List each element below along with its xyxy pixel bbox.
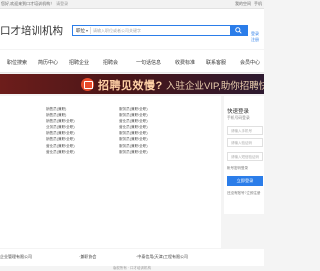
nav-item-resume[interactable]: 简历中心 [38, 59, 58, 66]
list-item[interactable]: 营业员(兼职/全职) [46, 149, 75, 155]
quick-login-panel: 快速登录 手机号码登录 请输入手机号 请输入验证码 请输入短信验证码 帐号密码登… [224, 96, 264, 214]
search-input[interactable]: 请输入职位或者公司关键字 [93, 28, 141, 34]
partner-links: 企业管理有限公司 ·兼职协会 ·中泰信用(天津)工程有限公司 [0, 249, 264, 266]
login-panel-subtitle[interactable]: 手机号码登录 [227, 116, 250, 121]
top-bar: 您好,欢迎来到口才培训机构！ 请登录 我的空间 手机 [0, 0, 264, 9]
partner-link[interactable]: ·中泰信用(天津)工程有限公司 [136, 254, 188, 260]
nav-item-member-center[interactable]: 会员中心 [240, 59, 260, 66]
partner-link[interactable]: ·兼职协会 [79, 254, 96, 260]
list-item[interactable]: 服务员(兼职/全职) [119, 143, 148, 149]
register-hint-link[interactable]: 还没有账号?立即注册 [227, 191, 260, 196]
phone-link[interactable]: 手机 [254, 1, 262, 6]
list-item[interactable]: 服务员(兼职/全职) [119, 149, 148, 155]
my-space-link[interactable]: 我的空间 [235, 1, 251, 6]
captcha-field-placeholder: 请输入验证码 [231, 141, 252, 145]
top-bar-left: 您好,欢迎来到口才培训机构！ 请登录 [1, 1, 68, 7]
search-category-select[interactable]: 职位 [76, 28, 88, 34]
search-divider [90, 27, 91, 34]
list-item[interactable]: 销售员(兼职/全职) [46, 136, 75, 142]
header-register-link[interactable]: 注册 [251, 37, 259, 43]
job-list-column-1: 销售员(兼职) 销售员(兼职) 销售员(兼职/全职) 业务员(兼职/全职) 销售… [46, 106, 75, 155]
search-button[interactable] [230, 25, 248, 36]
search-icon [235, 27, 242, 34]
briefcase-icon [81, 78, 94, 91]
nav-item-companies[interactable]: 招聘企业 [69, 59, 89, 66]
promo-banner[interactable]: 招聘见效慢? 入驻企业VIP,助你招聘快人一步 [0, 74, 264, 94]
main-nav: 职位搜索 简历中心 招聘企业 招聘会 一句话信息 收费标准 联系客服 会员中心 [0, 50, 264, 73]
site-logo[interactable]: 口才培训机构 [0, 23, 63, 38]
sms-code-field-placeholder: 请输入短信验证码 [231, 155, 259, 159]
search-bar: 职位 请输入职位或者公司关键字 [72, 25, 248, 36]
nav-item-pricing[interactable]: 收费标准 [175, 59, 195, 66]
sms-code-field[interactable]: 请输入短信验证码 [227, 152, 263, 161]
banner-headline: 招聘见效慢? [98, 80, 163, 92]
list-item[interactable]: 营业员(兼职/全职) [46, 143, 75, 149]
login-link-top[interactable]: 请登录 [56, 1, 68, 6]
job-list-panel: 销售员(兼职) 销售员(兼职) 销售员(兼职/全职) 业务员(兼职/全职) 销售… [0, 96, 221, 248]
login-button[interactable]: 立即登录 [227, 176, 263, 186]
partner-link[interactable]: 企业管理有限公司 [0, 254, 32, 260]
job-list-column-2: 服务员(兼职/全职) 服务员(兼职/全职) 营业员(兼职/全职) 营业员(兼职/… [119, 106, 148, 155]
welcome-text: 您好,欢迎来到口才培训机构！ [1, 1, 55, 6]
nav-item-job-fair[interactable]: 招聘会 [103, 59, 118, 66]
banner-subtext: 入驻企业VIP,助你招聘快人一步 [166, 81, 264, 92]
header-auth-links: 登录 注册 [251, 31, 259, 43]
nav-item-job-search[interactable]: 职位搜索 [7, 59, 27, 66]
password-login-link[interactable]: 帐号密码登录 [227, 166, 248, 171]
copyright-text: 版权所有 · 口才培训机构 [112, 266, 152, 270]
header: 口才培训机构 职位 请输入职位或者公司关键字 登录 注册 [0, 9, 264, 49]
nav-item-support[interactable]: 联系客服 [206, 59, 226, 66]
phone-field[interactable]: 请输入手机号 [227, 126, 263, 135]
top-bar-right: 我的空间 手机 [232, 1, 262, 7]
captcha-field[interactable]: 请输入验证码 [227, 138, 263, 147]
nav-item-one-line-info[interactable]: 一句话信息 [136, 59, 161, 66]
list-item[interactable]: 服务员(兼职/全职) [119, 136, 148, 142]
phone-field-placeholder: 请输入手机号 [231, 129, 252, 133]
login-panel-title: 快速登录 [227, 109, 250, 115]
